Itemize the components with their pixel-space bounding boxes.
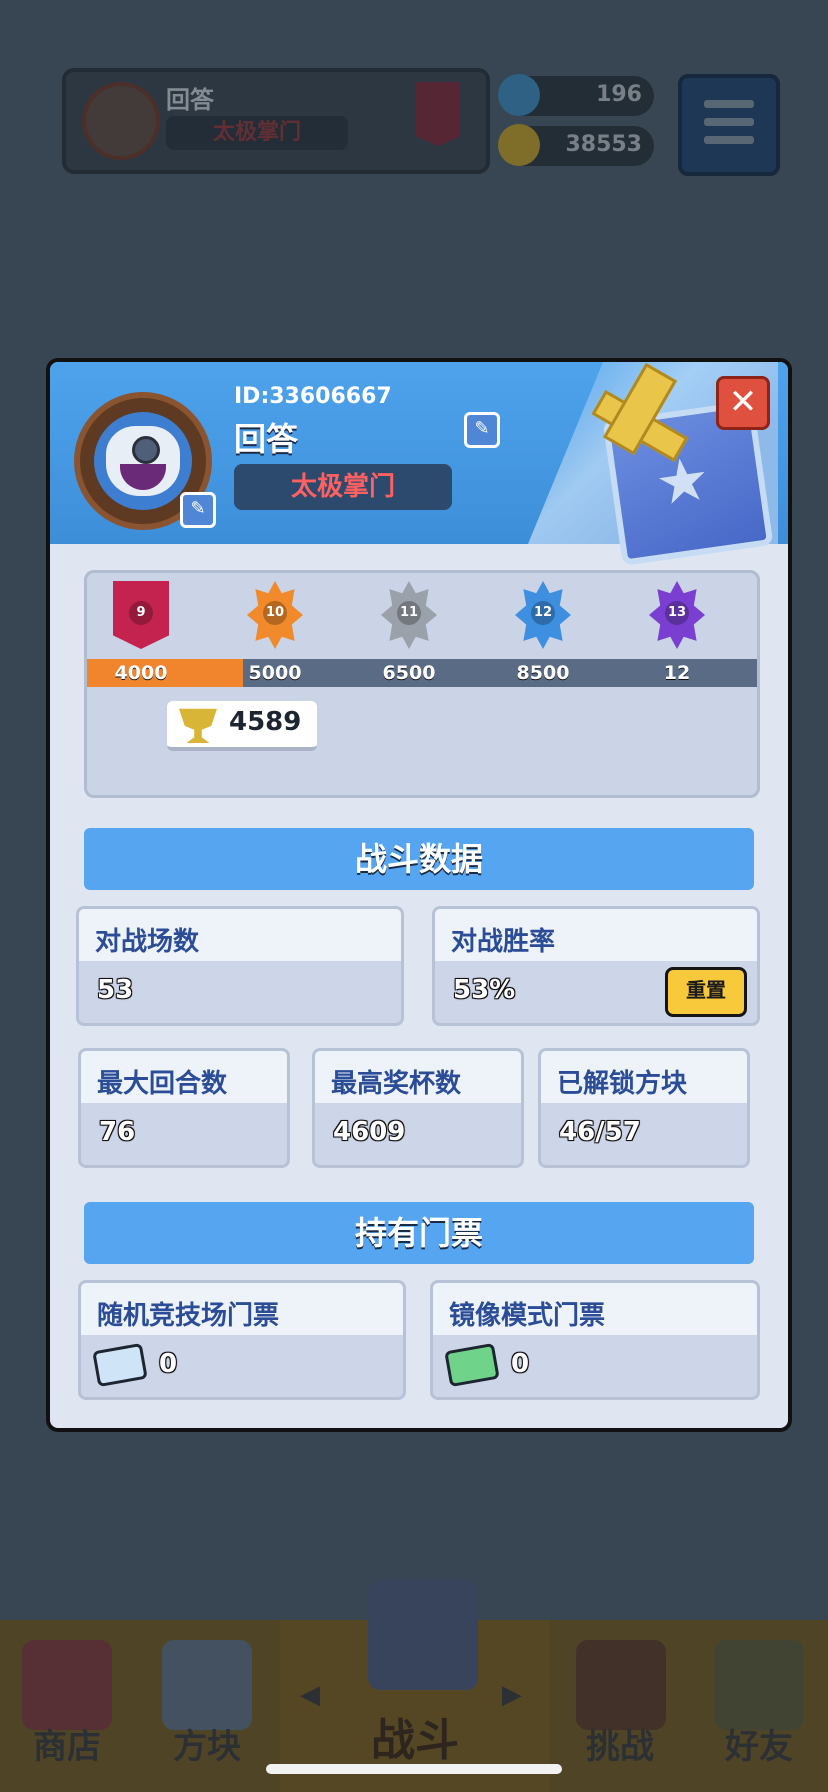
max-trophies-card: 最高奖杯数 4609: [312, 1048, 524, 1168]
close-button[interactable]: ✕: [716, 376, 770, 430]
random-arena-ticket-label: 随机竞技场门票: [97, 1301, 280, 1331]
random-arena-ticket-value: 0: [159, 1349, 178, 1379]
rank-badge-icon: 9: [113, 581, 169, 649]
mirror-mode-ticket-card: 镜像模式门票 0: [430, 1280, 760, 1400]
max-rounds-card: 最大回合数 76: [78, 1048, 290, 1168]
mirror-mode-ticket-value: 0: [511, 1349, 530, 1379]
max-rounds-value: 76: [99, 1117, 136, 1147]
rank-badge-number: 9: [129, 601, 153, 625]
rank-threshold-label: 6500: [382, 662, 436, 684]
tickets-header: 持有门票: [84, 1202, 754, 1264]
trophy-count: 4589: [229, 707, 302, 737]
player-id: ID:33606667: [234, 384, 392, 409]
win-rate-card: 对战胜率 53% 重置: [432, 906, 760, 1026]
avatar-mouth: [120, 464, 166, 490]
max-trophies-label: 最高奖杯数: [331, 1069, 462, 1099]
player-name: 回答: [234, 420, 299, 458]
max-trophies-value: 4609: [333, 1117, 406, 1147]
rank-badge-icon: 13: [649, 581, 705, 649]
total-battles-card: 对战场数 53: [76, 906, 404, 1026]
unlocked-blocks-value: 46/57: [559, 1117, 641, 1147]
unlocked-blocks-card: 已解锁方块 46/57: [538, 1048, 750, 1168]
rank-threshold-label: 5000: [248, 662, 302, 684]
battle-data-header: 战斗数据: [84, 828, 754, 890]
total-battles-value: 53: [97, 975, 134, 1005]
star-icon: ★: [651, 443, 715, 521]
rank-badge-number: 12: [531, 601, 555, 625]
rank-badge-number: 13: [665, 601, 689, 625]
avatar-eye: [132, 436, 160, 464]
rank-track[interactable]: 9 10 11 12 13 4000 5000 6500 8500 12 4589: [84, 570, 760, 798]
rank-badge-number: 10: [263, 601, 287, 625]
profile-modal: ★ ✎ ID:33606667 回答 ✎ 太极掌门 ✕ 9 10 11 12 13: [46, 358, 792, 1432]
edit-name-button[interactable]: ✎: [464, 412, 500, 448]
home-indicator[interactable]: [266, 1764, 562, 1774]
arena-ticket-icon: [92, 1342, 148, 1388]
rank-threshold-label: 4000: [114, 662, 168, 684]
edit-avatar-button[interactable]: ✎: [180, 492, 216, 528]
close-icon: ✕: [728, 382, 758, 422]
trophy-icon: [179, 708, 217, 743]
rank-badge-icon: 12: [515, 581, 571, 649]
mirror-mode-ticket-label: 镜像模式门票: [449, 1301, 606, 1331]
random-arena-ticket-card: 随机竞技场门票 0: [78, 1280, 406, 1400]
profile-header: ★ ✎ ID:33606667 回答 ✎ 太极掌门 ✕: [50, 362, 788, 566]
mirror-ticket-icon: [444, 1342, 500, 1388]
reset-button[interactable]: 重置: [665, 967, 747, 1017]
max-rounds-label: 最大回合数: [97, 1069, 228, 1099]
player-title[interactable]: 太极掌门: [234, 464, 452, 510]
rank-threshold-label: 8500: [516, 662, 570, 684]
rank-threshold-label: 12: [663, 662, 691, 684]
rank-badge-icon: 10: [247, 581, 303, 649]
unlocked-blocks-label: 已解锁方块: [557, 1069, 688, 1099]
rank-badge-number: 11: [397, 601, 421, 625]
total-battles-label: 对战场数: [95, 927, 200, 957]
pencil-icon: ✎: [190, 498, 206, 519]
win-rate-label: 对战胜率: [451, 927, 556, 957]
avatar-face: [106, 426, 180, 496]
rank-badge-icon: 11: [381, 581, 437, 649]
win-rate-value: 53%: [453, 975, 516, 1005]
pencil-icon: ✎: [474, 418, 490, 439]
current-trophies: 4589: [167, 701, 317, 751]
avatar-image: [94, 412, 192, 510]
